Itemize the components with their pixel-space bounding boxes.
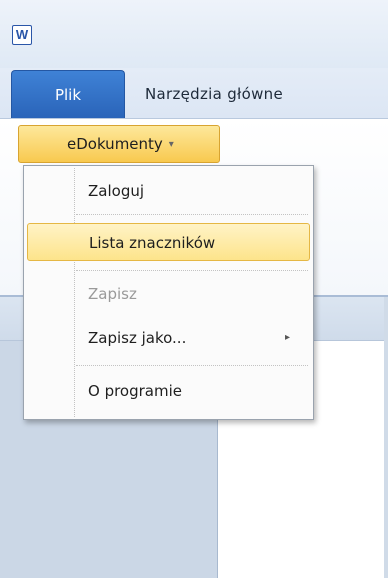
window-right-edge — [384, 297, 388, 578]
chevron-down-icon: ▾ — [168, 139, 174, 150]
menu-separator — [76, 365, 308, 366]
edokumenty-dropdown-button[interactable]: eDokumenty ▾ — [18, 125, 220, 163]
menu-item-label: Zapisz — [88, 285, 137, 303]
word-app-icon[interactable]: W — [12, 25, 32, 45]
menu-item-zapisz-jako[interactable]: Zapisz jako... ▸ — [27, 319, 310, 357]
menu-separator — [76, 270, 308, 271]
tab-plik[interactable]: Plik — [11, 70, 125, 118]
edokumenty-button-label: eDokumenty — [67, 135, 163, 153]
menu-separator — [76, 214, 308, 215]
tab-narzedzia-glowne[interactable]: Narzędzia główne — [145, 70, 283, 118]
title-bar — [0, 0, 388, 68]
menu-item-lista-znacznikow[interactable]: Lista znaczników — [27, 223, 310, 261]
menu-item-o-programie[interactable]: O programie — [27, 372, 310, 410]
menu-item-label: Lista znaczników — [89, 234, 216, 252]
edokumenty-dropdown-menu: Zaloguj Lista znaczników Zapisz Zapisz j… — [23, 165, 314, 420]
menu-item-label: Zaloguj — [88, 182, 145, 200]
submenu-arrow-icon: ▸ — [284, 332, 290, 343]
menu-item-zapisz[interactable]: Zapisz — [27, 275, 310, 313]
menu-item-label: Zapisz jako... — [88, 329, 187, 347]
menu-item-label: O programie — [88, 382, 182, 400]
menu-item-zaloguj[interactable]: Zaloguj — [27, 172, 310, 210]
